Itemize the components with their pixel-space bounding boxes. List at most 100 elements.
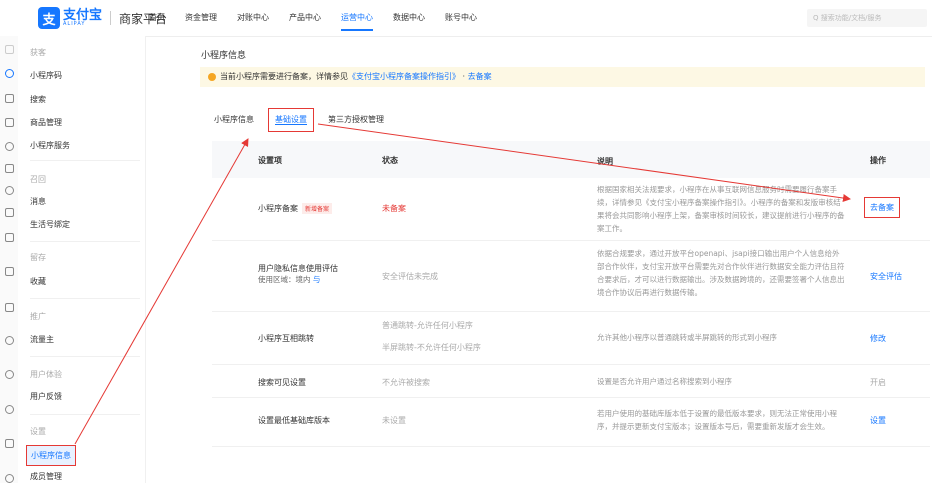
top-nav: 首页 资金管理 对账中心 产品中心 运营中心 数据中心 账号中心 [149, 0, 497, 36]
row-name: 小程序互相跳转 [258, 334, 314, 343]
notice-guide-link[interactable]: 《支付宝小程序备案操作指引》 [348, 72, 460, 81]
alipay-logo-icon: 支 [38, 7, 60, 29]
store-icon[interactable] [5, 303, 14, 312]
notice-text: 当前小程序需要进行备案，详情参见 [220, 72, 348, 81]
sidebar: 获客 小程序码 搜索 商品管理 小程序服务 召回 消息 生活号绑定 留存 收藏 … [18, 36, 146, 483]
divider [30, 241, 140, 242]
traffic-icon[interactable] [5, 336, 14, 345]
page-title: 小程序信息 [201, 51, 247, 61]
table-row: 小程序互相跳转 普通跳转-允许任何小程序 半屏跳转-不允许任何小程序 允许其他小… [212, 312, 930, 365]
row-name: 搜索可见设置 [258, 378, 306, 387]
sidebar-item-favorites[interactable]: 收藏 [30, 276, 46, 287]
tab-basic-settings[interactable]: 基础设置 [268, 108, 314, 132]
main-content: 小程序信息 当前小程序需要进行备案，详情参见《支付宝小程序备案操作指引》 · 去… [146, 36, 932, 483]
sidebar-group-recall: 召回 [30, 175, 46, 184]
layout-icon[interactable] [5, 164, 14, 173]
bookmark-icon[interactable] [5, 267, 14, 276]
modify-button[interactable]: 修改 [870, 333, 886, 344]
members-icon[interactable] [5, 474, 14, 483]
nav-products[interactable]: 产品中心 [289, 0, 321, 36]
operations-icon[interactable] [5, 69, 14, 78]
row-desc: 设置是否允许用户通过名称搜索到小程序 [597, 377, 732, 386]
header-status: 状态 [382, 156, 398, 165]
row-sublabel: 使用区域：境内 [258, 275, 311, 284]
row-status: 未备案 [382, 204, 406, 213]
sidebar-item-members[interactable]: 成员管理 [30, 471, 62, 482]
table-row: 用户隐私信息使用评估 使用区域：境内 与 安全评估未完成 依据合规要求，通过开放… [212, 241, 930, 312]
row-status-halfscreen: 半屏跳转-不允许任何小程序 [382, 343, 481, 352]
users-icon[interactable] [5, 142, 14, 151]
info-icon[interactable] [5, 439, 14, 448]
switch-region-link[interactable]: 与 [313, 275, 321, 284]
nav-data[interactable]: 数据中心 [393, 0, 425, 36]
sidebar-item-traffic[interactable]: 流量主 [30, 334, 54, 345]
row-desc: 允许其他小程序以普通跳转或半屏跳转的形式到小程序 [597, 333, 777, 342]
sidebar-item-messages[interactable]: 消息 [30, 196, 46, 207]
tab-app-info[interactable]: 小程序信息 [214, 108, 254, 132]
row-name: 用户隐私信息使用评估 [258, 264, 338, 273]
list-icon[interactable] [5, 208, 14, 217]
settings-table: 设置项 状态 说明 操作 小程序备案 新增备案 未备案 根据国家相关法规要求，小程… [212, 141, 930, 447]
table-header: 设置项 状态 说明 操作 [212, 141, 930, 178]
divider [30, 160, 140, 161]
sidebar-group-settings: 设置 [30, 427, 46, 436]
sidebar-item-qrcode[interactable]: 小程序码 [30, 70, 62, 81]
row-desc: 根据国家相关法规要求，小程序在从事互联网信息服务时需要履行备案手续，详情参见《支… [597, 185, 845, 233]
nav-funds[interactable]: 资金管理 [185, 0, 217, 36]
table-row: 设置最低基础库版本 未设置 若用户使用的基础库版本低于设置的最低版本要求，则无法… [212, 398, 930, 447]
sidebar-item-feedback[interactable]: 用户反馈 [30, 391, 62, 402]
message-icon[interactable] [5, 186, 14, 195]
search-input[interactable]: Q 搜索功能/文档/服务 [807, 9, 927, 27]
icon-rail [0, 36, 19, 483]
nav-home[interactable]: 首页 [149, 0, 165, 36]
row-desc: 依据合规要求，通过开放平台openapi、jsapi接口输出用户个人信息给外部合… [597, 249, 845, 297]
nav-account[interactable]: 账号中心 [445, 0, 477, 36]
sidebar-item-app-info[interactable]: 小程序信息 [26, 445, 76, 466]
settings-icon[interactable] [5, 405, 14, 414]
menu-icon[interactable] [5, 45, 14, 54]
divider [30, 414, 140, 415]
table-row: 搜索可见设置 不允许被搜索 设置是否允许用户通过名称搜索到小程序 开启 [212, 365, 930, 398]
header-setting: 设置项 [258, 156, 282, 165]
enable-button[interactable]: 开启 [870, 377, 886, 388]
logo-divider [110, 11, 112, 25]
notice-action-link[interactable]: 去备案 [468, 72, 492, 81]
register-button[interactable]: 去备案 [864, 197, 900, 218]
divider [30, 298, 140, 299]
status-badge: 新增备案 [302, 203, 333, 214]
tab-third-party[interactable]: 第三方授权管理 [328, 108, 384, 132]
security-assessment-button[interactable]: 安全评估 [870, 271, 902, 282]
row-desc: 若用户使用的基础库版本低于设置的最低版本要求，则无法正常使用小程序，并提示更新支… [597, 409, 837, 431]
sidebar-item-services[interactable]: 小程序服务 [30, 140, 70, 151]
sidebar-item-products[interactable]: 商品管理 [30, 117, 62, 128]
table-row: 小程序备案 新增备案 未备案 根据国家相关法规要求，小程序在从事互联网信息服务时需… [212, 178, 930, 241]
top-bar: 支 支付宝 ALIPAY 商家平台 首页 资金管理 对账中心 产品中心 运营中心… [0, 0, 932, 37]
nav-reconciliation[interactable]: 对账中心 [237, 0, 269, 36]
experience-icon[interactable] [5, 370, 14, 379]
sidebar-group-promotion: 推广 [30, 312, 46, 321]
set-version-button[interactable]: 设置 [870, 415, 886, 426]
sidebar-group-retention: 留存 [30, 253, 46, 262]
link-icon[interactable] [5, 233, 14, 242]
page-icon[interactable] [5, 94, 14, 103]
warning-icon [208, 72, 216, 81]
row-status: 未设置 [382, 416, 406, 425]
tab-bar: 小程序信息 基础设置 第三方授权管理 [214, 108, 398, 132]
row-name: 小程序备案 [258, 204, 298, 213]
sidebar-group-acquire: 获客 [30, 48, 46, 57]
row-status: 不允许被搜索 [382, 378, 430, 387]
sidebar-item-lifeaccount[interactable]: 生活号绑定 [30, 219, 70, 230]
header-desc: 说明 [597, 157, 613, 166]
divider [30, 356, 140, 357]
notice-banner: 当前小程序需要进行备案，详情参见《支付宝小程序备案操作指引》 · 去备案 [200, 67, 925, 87]
row-name: 设置最低基础库版本 [258, 416, 330, 425]
row-status-normal: 普通跳转-允许任何小程序 [382, 321, 473, 330]
header-action: 操作 [870, 156, 886, 165]
nav-operations[interactable]: 运营中心 [341, 0, 373, 36]
document-icon[interactable] [5, 118, 14, 127]
sidebar-group-experience: 用户体验 [30, 370, 62, 379]
sidebar-item-search[interactable]: 搜索 [30, 94, 46, 105]
tab-basic-settings-label: 基础设置 [275, 115, 307, 125]
alipay-logo[interactable]: 支 支付宝 ALIPAY 商家平台 [38, 7, 167, 29]
row-status: 安全评估未完成 [382, 272, 438, 281]
